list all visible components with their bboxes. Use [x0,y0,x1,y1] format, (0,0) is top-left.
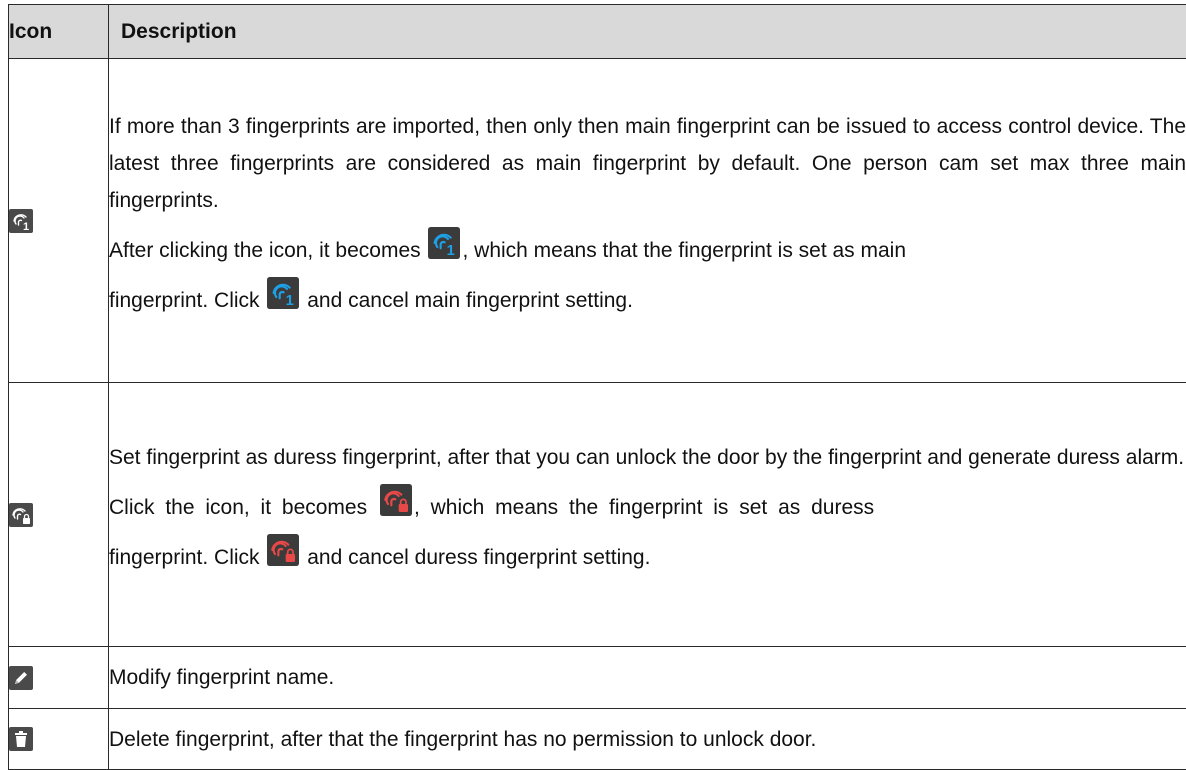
icon-description-table: Icon Description 1 If more than 3 finger… [8,4,1186,770]
header-icon: Icon [9,5,109,59]
description-text: Click the icon, it becomes [109,496,367,519]
description-text: After clicking the icon, it becomes [109,239,421,262]
description-cell: Modify fingerprint name. [109,647,1186,709]
description-text: If more than 3 fingerprints are imported… [109,108,1186,219]
icon-cell [9,647,109,709]
trash-icon [9,727,33,751]
table-row: Delete fingerprint, after that the finge… [9,709,1186,770]
description-text: fingerprint. Click [109,546,260,569]
main-fingerprint-active-icon: 1 [428,227,460,259]
icon-cell [9,709,109,770]
description-text: Modify fingerprint name. [109,659,1186,696]
duress-fingerprint-icon [9,503,33,527]
svg-text:1: 1 [447,243,455,259]
description-text: Delete fingerprint, after that the finge… [109,721,1186,758]
description-text: After clicking the icon, it becomes 1 , … [109,227,1186,269]
table-row: 1 If more than 3 fingerprints are import… [9,59,1186,383]
main-fingerprint-icon: 1 [9,209,33,233]
icon-cell: 1 [9,59,109,383]
duress-fingerprint-active-icon [380,484,412,516]
description-text: Set fingerprint as duress fingerprint, a… [109,439,1186,476]
description-text: , which means that the fingerprint is se… [462,239,906,262]
table-row: Modify fingerprint name. [9,647,1186,709]
edit-pencil-icon [9,666,33,690]
icon-cell [9,383,109,647]
header-description: Description [109,5,1186,59]
description-text: fingerprint. Click 1 and cancel main fin… [109,269,1186,333]
main-fingerprint-active-icon: 1 [267,277,299,309]
description-cell: Set fingerprint as duress fingerprint, a… [109,383,1186,647]
description-cell: Delete fingerprint, after that the finge… [109,709,1186,770]
duress-fingerprint-active-icon [267,534,299,566]
table-header-row: Icon Description [9,5,1186,59]
description-text: Click the icon, it becomes , which means… [109,484,1186,526]
description-text: fingerprint. Click [109,289,260,312]
description-text: fingerprint. Click and cancel duress fin… [109,526,1186,590]
svg-text:1: 1 [286,293,294,309]
svg-text:1: 1 [23,221,29,233]
description-cell: If more than 3 fingerprints are imported… [109,59,1186,383]
description-text: , which means the fingerprint is set as … [414,496,874,519]
description-text: and cancel duress fingerprint setting. [307,546,650,569]
description-text: and cancel main fingerprint setting. [307,289,633,312]
table-row: Set fingerprint as duress fingerprint, a… [9,383,1186,647]
